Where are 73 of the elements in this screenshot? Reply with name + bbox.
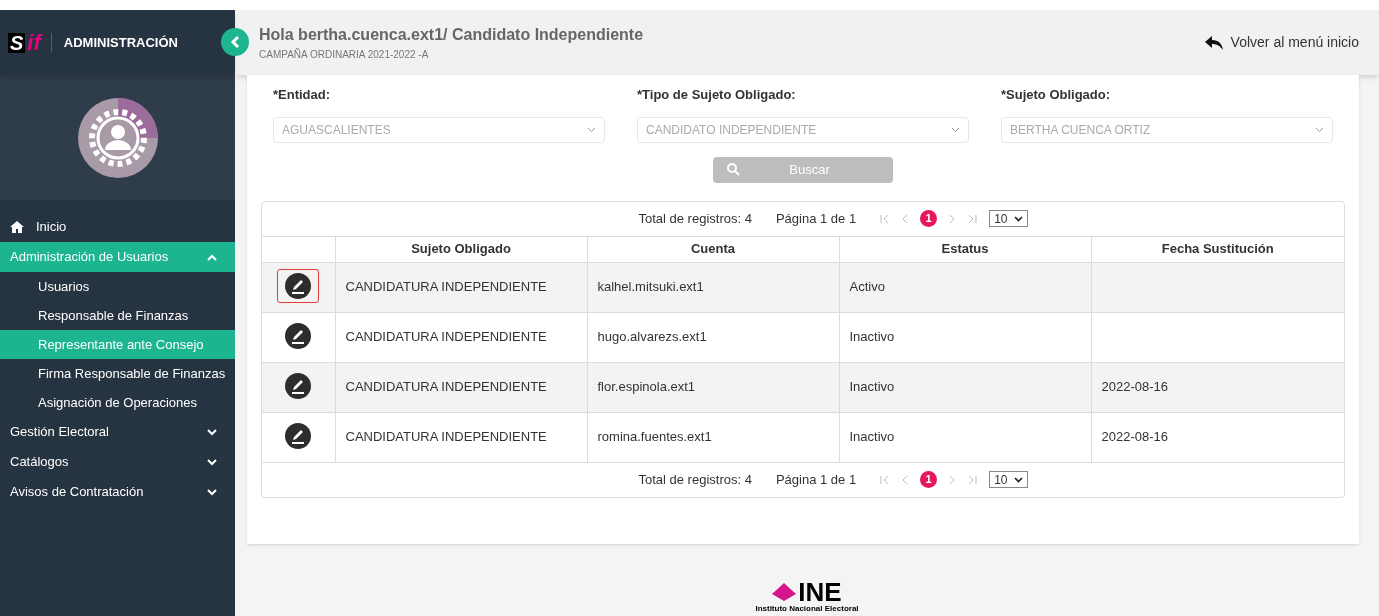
- table-cell: 2022-08-16: [1091, 362, 1344, 412]
- table-cell: CANDIDATURA INDEPENDIENTE: [335, 312, 587, 362]
- first-page-icon[interactable]: [880, 474, 891, 485]
- back-link[interactable]: Volver al menú inicio: [1204, 32, 1359, 53]
- edit-button[interactable]: [277, 269, 320, 304]
- page-size-select[interactable]: 10: [989, 471, 1028, 488]
- menu-item[interactable]: Gestión Electoral: [0, 417, 235, 447]
- first-page-icon[interactable]: [880, 213, 891, 224]
- edit-icon: [285, 423, 312, 450]
- previous-page-icon[interactable]: [902, 213, 909, 224]
- page-indicator: Página 1 de 1: [775, 470, 857, 489]
- chevron-down-icon: [207, 488, 217, 496]
- current-page-button[interactable]: 1: [920, 210, 938, 227]
- chevron-down-icon: [587, 126, 596, 133]
- page-indicator: Página 1 de 1: [775, 209, 857, 228]
- search-icon: [727, 163, 740, 176]
- chevron-down-icon: [207, 428, 217, 436]
- sif-logo: S if: [8, 32, 41, 53]
- edit-icon: [285, 373, 312, 400]
- chevron-down-icon: [207, 458, 217, 466]
- page-title: Hola bertha.cuenca.ext1/ Candidato Independiente: [259, 25, 644, 45]
- campaign-subtitle: CAMPAÑA ORDINARIA 2021-2022 -A: [259, 47, 430, 62]
- record-count: Total de registros: 4: [638, 209, 752, 228]
- chevron-up-icon: [207, 253, 217, 261]
- home-icon: [10, 221, 24, 233]
- last-page-icon[interactable]: [967, 474, 978, 485]
- chevron-down-icon: [951, 126, 960, 133]
- record-count: Total de registros: 4: [638, 470, 752, 489]
- logo-caption: Instituto Nacional Electoral: [755, 604, 859, 614]
- menu-item[interactable]: Inicio: [0, 212, 235, 242]
- chevron-down-icon: [1013, 476, 1023, 483]
- menu-item[interactable]: Avisos de Contratación: [0, 477, 235, 507]
- chevron-down-icon: [1315, 126, 1324, 133]
- edit-icon: [285, 273, 312, 300]
- table-cell: hugo.alvarezs.ext1: [587, 312, 839, 362]
- table-cell: kalhel.mitsuki.ext1: [587, 262, 839, 312]
- logo-text: INE: [798, 580, 842, 604]
- chevron-down-icon: [1013, 215, 1023, 222]
- edit-icon: [285, 323, 312, 350]
- last-page-icon[interactable]: [967, 213, 978, 224]
- table-cell: Inactivo: [839, 362, 1091, 412]
- diamond-icon: [772, 583, 797, 601]
- menu-item[interactable]: Catálogos: [0, 447, 235, 477]
- submenu-item[interactable]: Firma Responsable de Finanzas: [0, 359, 235, 388]
- current-page-button[interactable]: 1: [920, 471, 938, 488]
- next-page-icon[interactable]: [949, 474, 956, 485]
- reply-arrow-icon: [1204, 35, 1223, 50]
- page-size-select[interactable]: 10: [989, 210, 1028, 227]
- column-header: Cuenta: [587, 236, 839, 262]
- column-header: Sujeto Obligado: [335, 236, 587, 262]
- field-label: *Entidad:: [273, 86, 332, 104]
- user-gear-icon: [77, 97, 158, 178]
- table-cell: Inactivo: [839, 312, 1091, 362]
- submenu-item[interactable]: Asignación de Operaciones: [0, 388, 235, 417]
- submenu-item[interactable]: Usuarios: [0, 272, 235, 301]
- table-cell: CANDIDATURA INDEPENDIENTE: [335, 262, 587, 312]
- table-cell: romina.fuentes.ext1: [587, 412, 839, 462]
- next-page-icon[interactable]: [949, 213, 956, 224]
- table-cell: CANDIDATURA INDEPENDIENTE: [335, 362, 587, 412]
- collapse-button[interactable]: [221, 28, 249, 56]
- chevron-left-icon: [230, 35, 240, 49]
- column-header: Estatus: [839, 236, 1091, 262]
- column-header: Fecha Sustitución: [1091, 236, 1344, 262]
- table-cell: flor.espinola.ext1: [587, 362, 839, 412]
- table-cell: Activo: [839, 262, 1091, 312]
- submenu-item[interactable]: Responsable de Finanzas: [0, 301, 235, 330]
- table-cell: CANDIDATURA INDEPENDIENTE: [335, 412, 587, 462]
- table-cell: Inactivo: [839, 412, 1091, 462]
- field-label: *Sujeto Obligado:: [1001, 86, 1112, 104]
- table-cell: 2022-08-16: [1091, 412, 1344, 462]
- sidebar-title: ADMINISTRACIÓN: [50, 32, 178, 53]
- previous-page-icon[interactable]: [902, 474, 909, 485]
- field-label: *Tipo de Sujeto Obligado:: [637, 86, 797, 104]
